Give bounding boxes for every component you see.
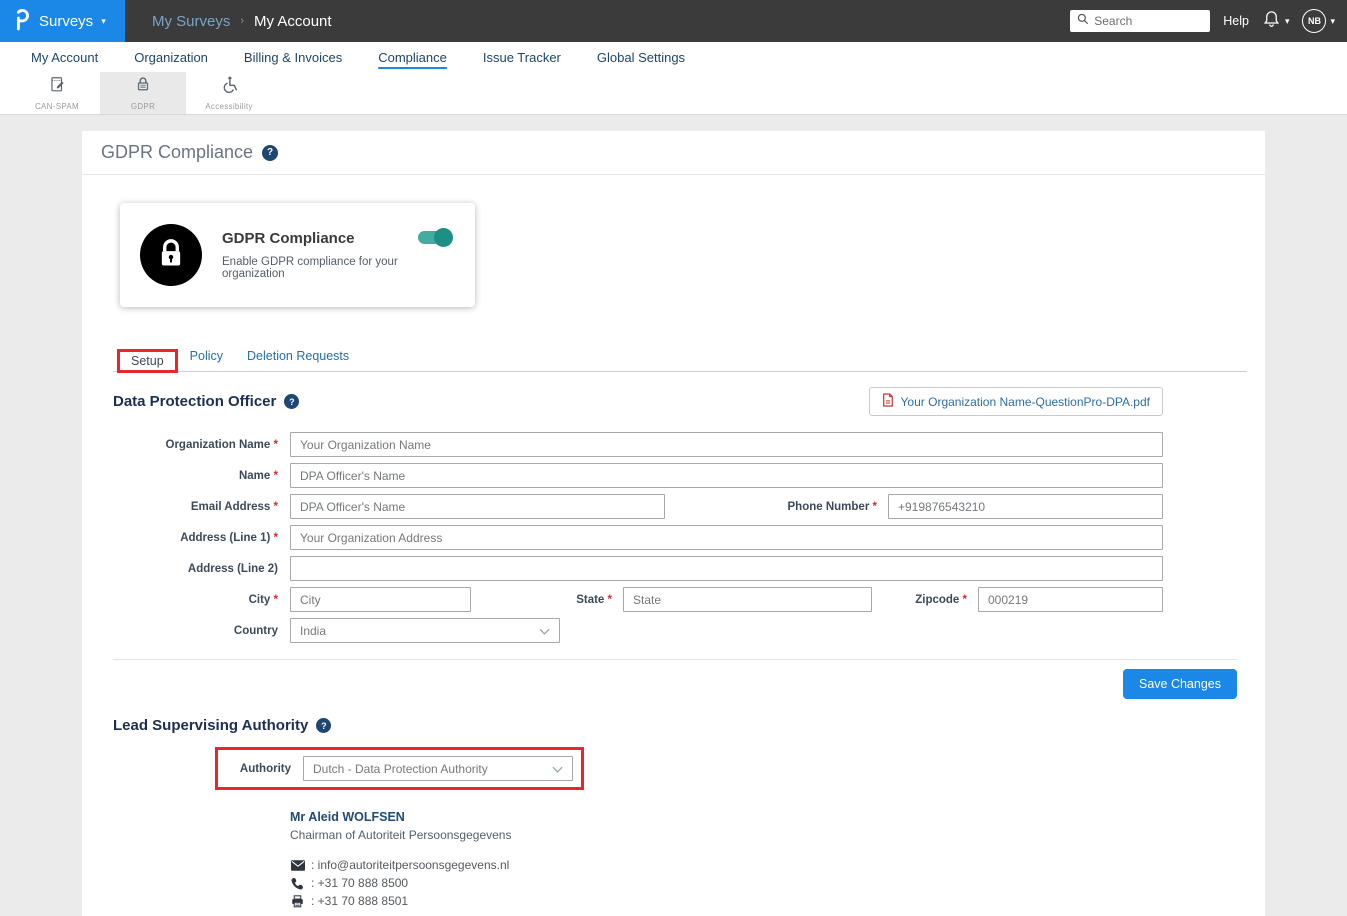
gdpr-lock-icon bbox=[134, 75, 152, 99]
accessibility-wheelchair-icon bbox=[220, 75, 239, 99]
organization-name-label: Organization Name * bbox=[82, 439, 290, 451]
notifications-menu[interactable]: ▾ bbox=[1262, 9, 1290, 34]
tab-deletion-requests[interactable]: Deletion Requests bbox=[235, 343, 361, 371]
toggle-knob bbox=[434, 228, 453, 247]
help-icon[interactable]: ? bbox=[284, 394, 299, 409]
lock-icon bbox=[140, 224, 202, 286]
notifications-bell-icon bbox=[1262, 9, 1281, 34]
subtab-label: GDPR bbox=[131, 102, 155, 111]
authority-contact-name: Mr Aleid WOLFSEN bbox=[290, 810, 1265, 824]
gdpr-toggle-on[interactable] bbox=[418, 231, 451, 244]
save-changes-button-dpo[interactable]: Save Changes bbox=[1123, 669, 1237, 699]
chevron-down-icon: ▾ bbox=[1285, 17, 1290, 26]
authority-contact-title: Chairman of Autoriteit Persoonsgegevens bbox=[290, 828, 1265, 842]
pdf-file-icon bbox=[882, 393, 894, 410]
breadcrumb-my-account: My Account bbox=[254, 13, 332, 30]
page-title: GDPR Compliance bbox=[101, 142, 253, 163]
subtab-can-spam[interactable]: CAN-SPAM bbox=[14, 72, 100, 114]
canspam-note-pencil-icon bbox=[48, 75, 67, 99]
top-navbar: Surveys ▾ My Surveys › My Account Help ▾… bbox=[0, 0, 1347, 42]
country-select[interactable]: India bbox=[290, 618, 560, 643]
panel-header: GDPR Compliance ? bbox=[82, 131, 1265, 175]
state-label: State * bbox=[471, 594, 623, 606]
tab-setup[interactable]: Setup bbox=[120, 349, 175, 374]
country-value: India bbox=[300, 624, 326, 638]
authority-contact-phone: : +31 70 888 8500 bbox=[290, 876, 1265, 890]
dpo-heading-text: Data Protection Officer bbox=[113, 393, 276, 410]
chevron-down-icon: ▾ bbox=[1330, 17, 1335, 26]
dpo-form: Organization Name * Name * Email Address… bbox=[82, 432, 1265, 643]
authority-contact-email: : info@autoriteitpersoonsgegevens.nl bbox=[290, 858, 1265, 872]
zipcode-field[interactable] bbox=[978, 587, 1163, 612]
authority-value: Dutch - Data Protection Authority bbox=[313, 762, 488, 776]
gdpr-toggle-card: GDPR Compliance Enable GDPR compliance f… bbox=[120, 203, 475, 307]
zipcode-label: Zipcode * bbox=[872, 594, 978, 606]
state-field[interactable] bbox=[623, 587, 872, 612]
tab-billing-invoices[interactable]: Billing & Invoices bbox=[226, 50, 360, 65]
tab-my-account[interactable]: My Account bbox=[13, 50, 116, 65]
dpa-pdf-download-button[interactable]: Your Organization Name-QuestionPro-DPA.p… bbox=[869, 387, 1163, 416]
tab-compliance[interactable]: Compliance bbox=[360, 50, 465, 65]
user-menu[interactable]: NB ▾ bbox=[1302, 9, 1335, 33]
authority-contact-card: Mr Aleid WOLFSEN Chairman of Autoriteit … bbox=[290, 810, 1265, 908]
search-box[interactable] bbox=[1070, 10, 1210, 32]
authority-select[interactable]: Dutch - Data Protection Authority bbox=[303, 756, 573, 781]
product-switcher[interactable]: Surveys ▾ bbox=[0, 0, 125, 42]
subtab-accessibility[interactable]: Accessibility bbox=[186, 72, 272, 114]
subtab-label: CAN-SPAM bbox=[35, 102, 79, 111]
email-address-field[interactable] bbox=[290, 494, 665, 519]
pdf-button-label: Your Organization Name-QuestionPro-DPA.p… bbox=[901, 395, 1150, 409]
chevron-down-icon: ▾ bbox=[101, 17, 106, 26]
card-subtitle: Enable GDPR compliance for your organiza… bbox=[222, 256, 455, 280]
dpo-section-heading: Data Protection Officer ? bbox=[113, 393, 299, 410]
email-address-label: Email Address * bbox=[82, 501, 290, 513]
chevron-down-icon bbox=[552, 762, 563, 776]
address-line1-label: Address (Line 1) * bbox=[82, 532, 290, 544]
subtab-gdpr[interactable]: GDPR bbox=[100, 72, 186, 114]
address-line2-field[interactable] bbox=[290, 556, 1163, 581]
breadcrumb-my-surveys[interactable]: My Surveys bbox=[152, 13, 230, 30]
chevron-down-icon bbox=[539, 624, 550, 638]
help-icon[interactable]: ? bbox=[316, 718, 331, 733]
phone-icon bbox=[290, 877, 305, 890]
help-link[interactable]: Help bbox=[1223, 14, 1249, 28]
product-name: Surveys bbox=[39, 13, 93, 30]
city-label: City * bbox=[82, 594, 290, 606]
annotation-box-authority: Authority Dutch - Data Protection Author… bbox=[215, 747, 584, 790]
tab-organization[interactable]: Organization bbox=[116, 50, 226, 65]
tab-policy[interactable]: Policy bbox=[178, 343, 235, 371]
gdpr-compliance-panel: GDPR Compliance ? GDPR Compliance Enable… bbox=[82, 131, 1265, 916]
address-line1-field[interactable] bbox=[290, 525, 1163, 550]
name-field[interactable] bbox=[290, 463, 1163, 488]
authority-label: Authority bbox=[228, 763, 291, 775]
phone-number-field[interactable] bbox=[888, 494, 1163, 519]
setup-tab-bar: Setup Policy Deletion Requests bbox=[113, 343, 1247, 372]
fax-icon bbox=[290, 895, 305, 908]
navbar-right: Help ▾ NB ▾ bbox=[1070, 9, 1347, 34]
phone-number-label: Phone Number * bbox=[665, 501, 888, 513]
annotation-box-setup: Setup bbox=[117, 349, 178, 373]
breadcrumb-separator-icon: › bbox=[240, 15, 244, 27]
city-field[interactable] bbox=[290, 587, 471, 612]
authority-contact-fax: : +31 70 888 8501 bbox=[290, 894, 1265, 908]
breadcrumb: My Surveys › My Account bbox=[152, 13, 332, 30]
lsa-section-heading: Lead Supervising Authority ? bbox=[113, 717, 1265, 734]
organization-name-field[interactable] bbox=[290, 432, 1163, 457]
help-icon[interactable]: ? bbox=[262, 145, 278, 161]
envelope-icon bbox=[290, 860, 305, 871]
name-label: Name * bbox=[82, 470, 290, 482]
questionpro-logo bbox=[13, 7, 31, 36]
tab-issue-tracker[interactable]: Issue Tracker bbox=[465, 50, 579, 65]
search-input[interactable] bbox=[1094, 14, 1203, 28]
lsa-heading-text: Lead Supervising Authority bbox=[113, 717, 308, 734]
country-label: Country bbox=[82, 625, 290, 637]
tab-global-settings[interactable]: Global Settings bbox=[579, 50, 703, 65]
subtab-label: Accessibility bbox=[205, 102, 252, 111]
address-line2-label: Address (Line 2) bbox=[82, 563, 290, 575]
account-tab-bar: My Account Organization Billing & Invoic… bbox=[0, 42, 1347, 72]
compliance-subtab-bar: CAN-SPAM GDPR Accessibility bbox=[0, 72, 1347, 115]
search-icon bbox=[1077, 12, 1089, 30]
avatar: NB bbox=[1302, 9, 1326, 33]
